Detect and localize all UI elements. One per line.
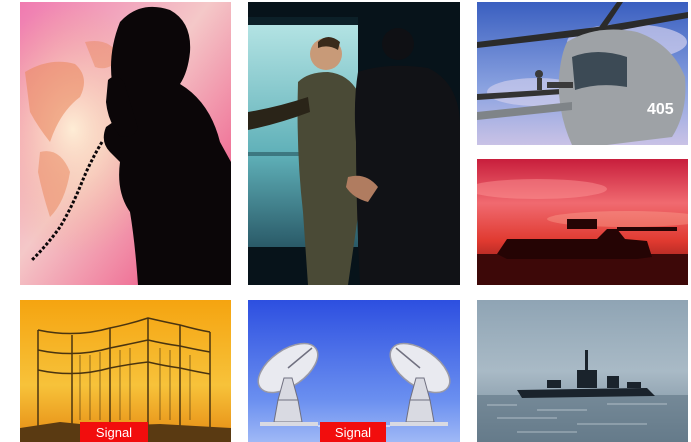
antenna-array-photo: Signal bbox=[20, 300, 231, 442]
signal-label: Signal bbox=[80, 422, 148, 442]
antenna-tower-icon bbox=[20, 300, 231, 442]
tank-photo bbox=[477, 159, 688, 285]
warship-icon bbox=[477, 300, 688, 442]
helicopter-photo: 405 bbox=[477, 2, 688, 145]
phone-call-photo bbox=[20, 2, 231, 285]
tank-icon bbox=[477, 159, 688, 285]
satellite-dish-icon bbox=[248, 300, 460, 442]
office-meeting-photo bbox=[248, 2, 460, 285]
helicopter-icon: 405 bbox=[477, 2, 688, 145]
satellite-dish-illustration: Signal bbox=[248, 300, 460, 442]
signal-label: Signal bbox=[320, 422, 386, 442]
svg-text:405: 405 bbox=[647, 101, 674, 118]
business-meeting-icon bbox=[248, 2, 460, 285]
warship-photo bbox=[477, 300, 688, 442]
phone-silhouette-icon bbox=[20, 2, 231, 285]
